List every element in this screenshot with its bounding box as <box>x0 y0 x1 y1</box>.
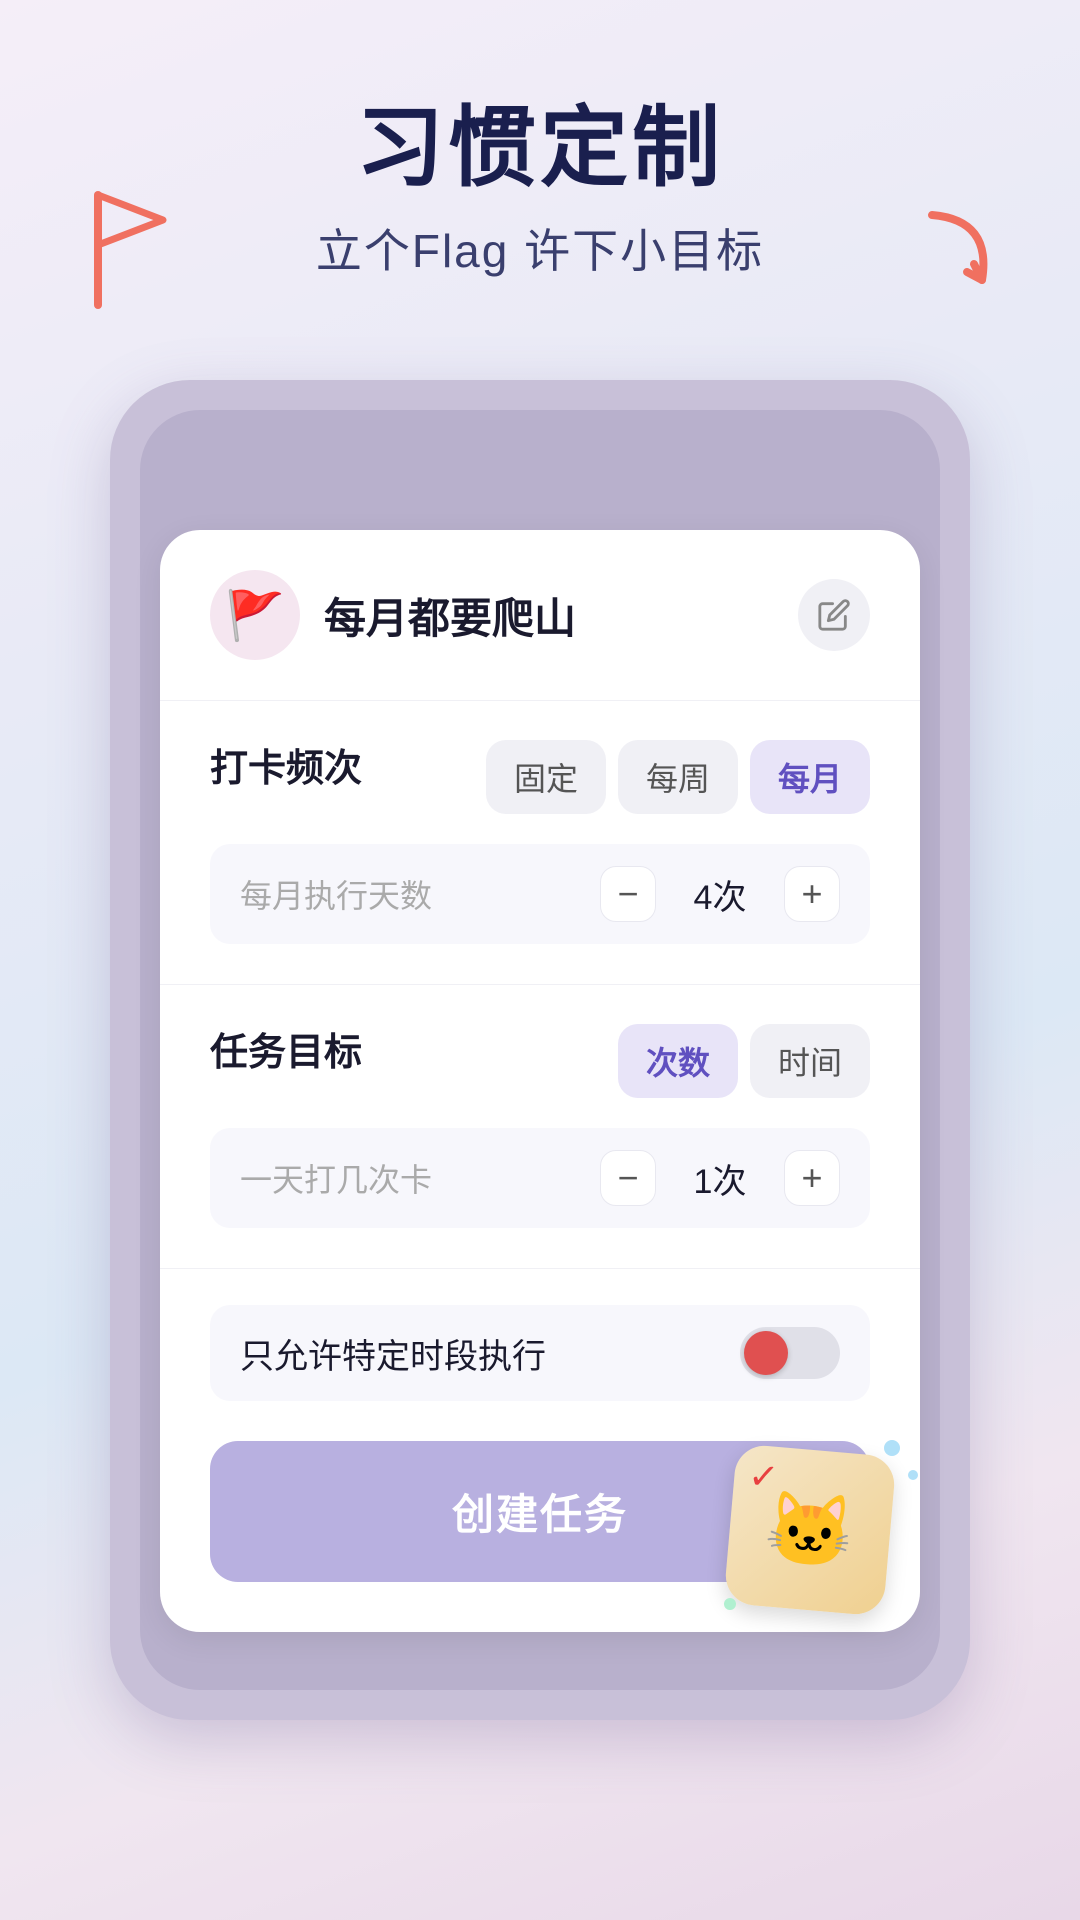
time-restrict-label: 只允许特定时段执行 <box>240 1329 546 1378</box>
goal-header-row: 任务目标 次数 时间 <box>210 1021 870 1100</box>
cat-decoration: 🐱 ✓ <box>730 1450 910 1630</box>
monthly-days-counter: 每月执行天数 − 4次 + <box>210 844 870 944</box>
divider-1 <box>160 700 920 701</box>
card-header: 🚩 每月都要爬山 <box>210 570 870 660</box>
edit-button[interactable] <box>798 579 870 651</box>
increment-button-1[interactable]: + <box>784 866 840 922</box>
decrement-button-2[interactable]: − <box>600 1150 656 1206</box>
task-icon: 🚩 <box>210 570 300 660</box>
frequency-count-value: 4次 <box>680 870 760 919</box>
time-restrict-toggle[interactable] <box>740 1327 840 1379</box>
goal-unit: 次 <box>712 1163 746 1201</box>
goal-option-count[interactable]: 次数 <box>618 1024 738 1098</box>
goal-section: 任务目标 次数 时间 一天打几次卡 − 1次 + <box>210 1021 870 1228</box>
monthly-days-label: 每月执行天数 <box>240 871 432 917</box>
time-restrict-row: 只允许特定时段执行 <box>210 1305 870 1401</box>
pencil-icon <box>817 598 851 632</box>
freq-option-monthly[interactable]: 每月 <box>750 740 870 814</box>
phone-container: 🚩 每月都要爬山 打卡频次 固定 每周 每月 <box>110 380 970 1720</box>
daily-count-label: 一天打几次卡 <box>240 1155 432 1201</box>
freq-option-weekly[interactable]: 每周 <box>618 740 738 814</box>
daily-count-counter: 一天打几次卡 − 1次 + <box>210 1128 870 1228</box>
increment-button-2[interactable]: + <box>784 1150 840 1206</box>
page-subtitle: 立个Flag 许下小目标 <box>0 215 1080 281</box>
cat-emoji: 🐱 <box>762 1484 859 1576</box>
goal-count-value: 1次 <box>680 1154 760 1203</box>
toggle-knob <box>744 1331 788 1375</box>
frequency-section: 打卡频次 固定 每周 每月 <box>210 737 870 816</box>
goal-toggle-group: 次数 时间 <box>618 1024 870 1098</box>
page-title: 习惯定制 <box>0 100 1080 197</box>
goal-counter-controls: − 1次 + <box>600 1150 840 1206</box>
frequency-toggle-group: 固定 每周 每月 <box>486 740 870 814</box>
freq-unit: 次 <box>712 879 746 917</box>
divider-3 <box>160 1268 920 1269</box>
divider-2 <box>160 984 920 985</box>
task-name: 每月都要爬山 <box>324 585 798 646</box>
goal-option-time[interactable]: 时间 <box>750 1024 870 1098</box>
cat-sticker: 🐱 ✓ <box>723 1443 896 1616</box>
goal-label: 任务目标 <box>210 1021 362 1076</box>
counter-controls: − 4次 + <box>600 866 840 922</box>
frequency-label: 打卡频次 <box>210 737 362 792</box>
phone-inner: 🚩 每月都要爬山 打卡频次 固定 每周 每月 <box>140 410 940 1690</box>
header: 习惯定制 立个Flag 许下小目标 <box>0 0 1080 281</box>
decrement-button-1[interactable]: − <box>600 866 656 922</box>
freq-option-fixed[interactable]: 固定 <box>486 740 606 814</box>
